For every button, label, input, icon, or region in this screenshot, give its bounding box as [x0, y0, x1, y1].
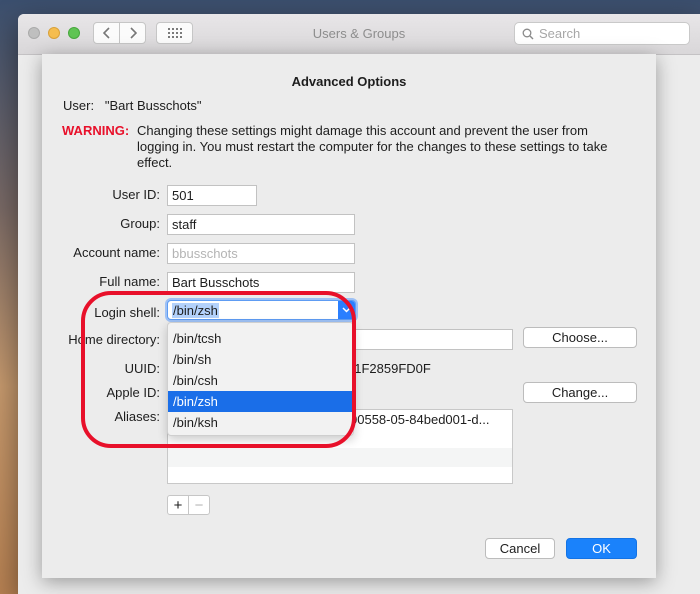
ok-button[interactable]: OK: [566, 538, 637, 559]
list-item: [168, 448, 512, 467]
full-name-field[interactable]: Bart Busschots: [167, 272, 355, 293]
search-icon: [522, 28, 534, 40]
remove-alias-button[interactable]: −: [188, 495, 210, 515]
user-line: User: "Bart Busschots": [63, 98, 202, 113]
group-label: Group:: [120, 216, 160, 231]
list-item: [168, 467, 512, 483]
minus-icon: −: [194, 496, 204, 514]
login-shell-menu: /bin/tcsh /bin/sh /bin/csh /bin/zsh /bin…: [167, 322, 354, 436]
menu-item-sh[interactable]: /bin/sh: [168, 349, 353, 370]
change-button[interactable]: Change...: [523, 382, 637, 403]
warning-text: Changing these settings might damage thi…: [137, 123, 608, 170]
chevron-down-icon: [338, 301, 355, 319]
choose-button[interactable]: Choose...: [523, 327, 637, 348]
plus-icon: +: [173, 496, 183, 514]
user-id-field[interactable]: 501: [167, 185, 257, 206]
aliases-label: Aliases:: [114, 409, 160, 424]
advanced-options-sheet: Advanced Options User: "Bart Busschots" …: [42, 54, 656, 578]
search-input[interactable]: Search: [514, 22, 690, 45]
login-shell-value: /bin/zsh: [172, 303, 219, 318]
account-name-field[interactable]: bbusschots: [167, 243, 355, 264]
menu-item-tcsh[interactable]: /bin/tcsh: [168, 328, 353, 349]
login-shell-label: Login shell:: [94, 305, 160, 320]
menu-item-ksh[interactable]: /bin/ksh: [168, 412, 353, 433]
uuid-label: UUID:: [124, 361, 160, 376]
warning-label: WARNING:: [62, 123, 130, 138]
menu-item-csh[interactable]: /bin/csh: [168, 370, 353, 391]
add-alias-button[interactable]: +: [167, 495, 189, 515]
title-bar: Users & Groups Search: [18, 14, 700, 55]
sheet-title: Advanced Options: [291, 74, 407, 89]
home-directory-label: Home directory:: [68, 332, 160, 347]
cancel-button[interactable]: Cancel: [485, 538, 555, 559]
apple-id-label: Apple ID:: [106, 385, 160, 400]
search-placeholder: Search: [539, 26, 581, 41]
menu-item-zsh[interactable]: /bin/zsh: [168, 391, 353, 412]
user-id-label: User ID:: [112, 187, 160, 202]
login-shell-popup[interactable]: /bin/zsh: [167, 300, 356, 320]
group-field[interactable]: staff: [167, 214, 355, 235]
account-name-label: Account name:: [73, 245, 160, 260]
uuid-value: 21F2859FD0F: [347, 361, 431, 376]
full-name-label: Full name:: [99, 274, 160, 289]
